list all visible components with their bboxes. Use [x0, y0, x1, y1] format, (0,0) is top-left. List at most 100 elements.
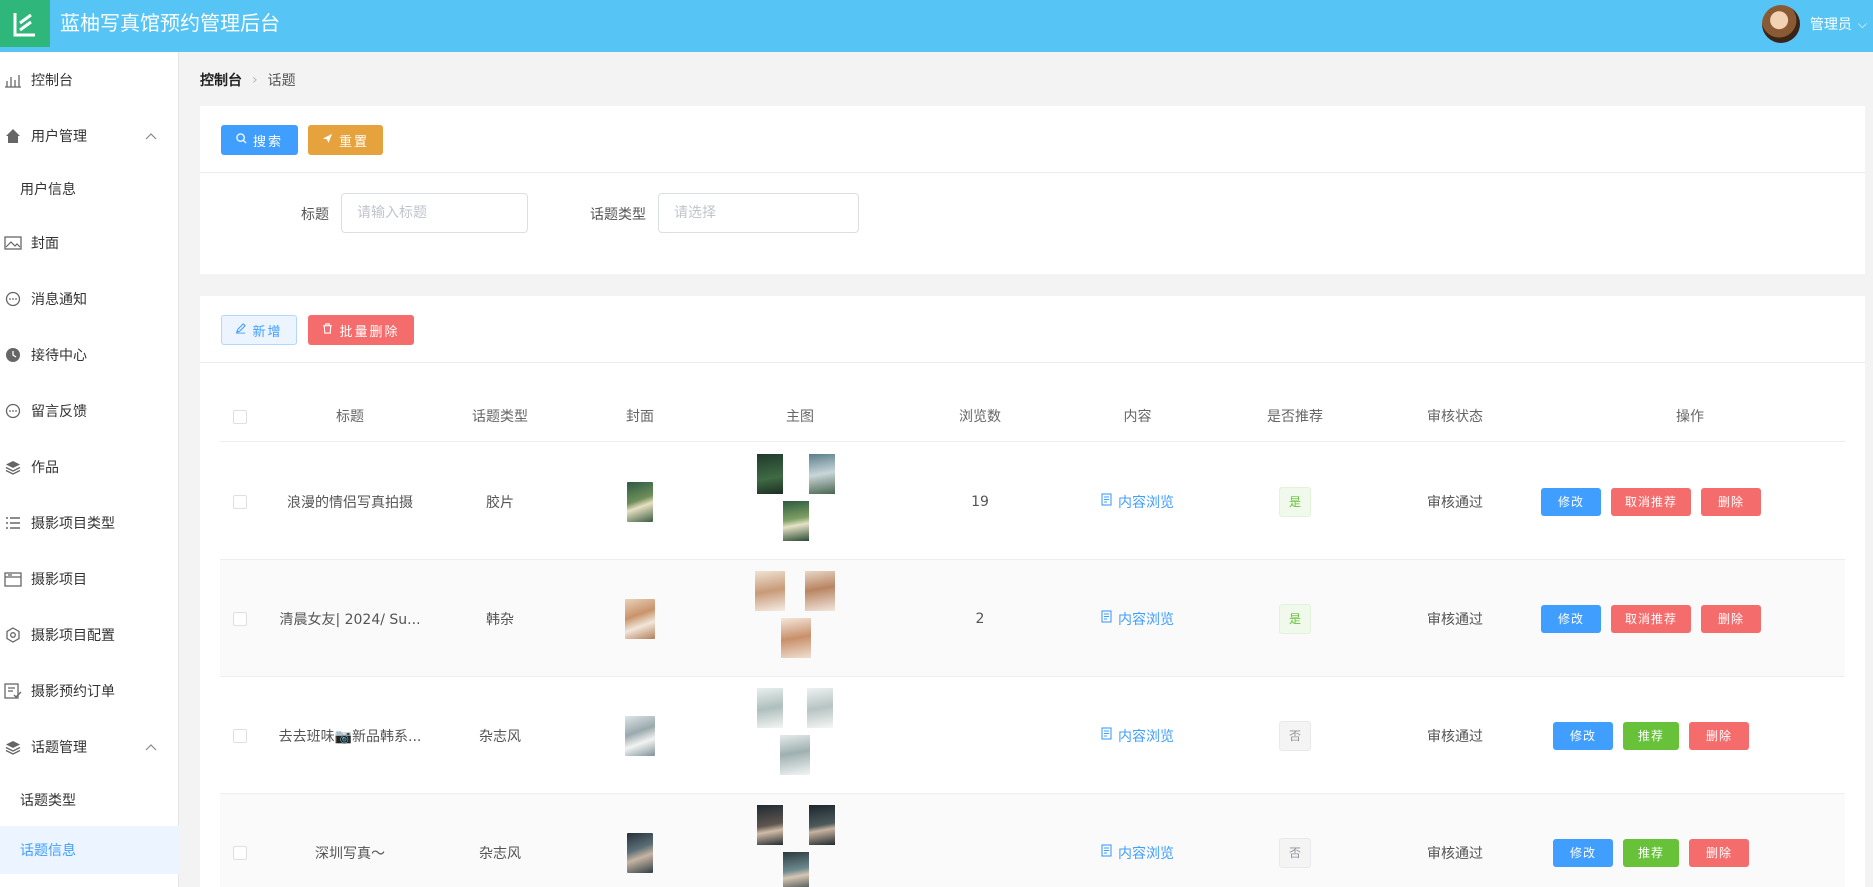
- logo: [0, 0, 50, 47]
- cell-content: 内容浏览: [1060, 443, 1215, 560]
- sidebar-item-topic-types[interactable]: 话题类型: [0, 776, 179, 824]
- user-menu[interactable]: 管理员 ⌵: [1761, 4, 1873, 44]
- cover-thumbnail[interactable]: [625, 715, 655, 756]
- main-image-thumbnail[interactable]: [805, 570, 835, 611]
- recommended-tag: 否: [1279, 837, 1311, 868]
- topic-type-select[interactable]: [658, 193, 859, 233]
- edit-button[interactable]: 修改: [1541, 604, 1601, 633]
- document-icon: [1101, 727, 1112, 744]
- row-checkbox[interactable]: [233, 611, 247, 626]
- row-select-cell: [220, 443, 260, 560]
- content-view-link[interactable]: 内容浏览: [1101, 609, 1174, 629]
- sidebar-item-feedback[interactable]: 留言反馈: [0, 391, 179, 431]
- edit-button[interactable]: 修改: [1553, 838, 1613, 867]
- sidebar-item-orders[interactable]: 摄影预约订单: [0, 671, 179, 711]
- delete-button[interactable]: 删除: [1701, 604, 1761, 633]
- row-checkbox[interactable]: [233, 845, 247, 860]
- delete-button[interactable]: 删除: [1689, 838, 1749, 867]
- main-image-thumbnail[interactable]: [757, 687, 783, 728]
- edit-button[interactable]: 修改: [1553, 721, 1613, 750]
- cancel-recommend-button[interactable]: 取消推荐: [1611, 604, 1691, 633]
- row-checkbox[interactable]: [233, 728, 247, 743]
- delete-button[interactable]: 删除: [1689, 721, 1749, 750]
- cell-title: 清晨女友| 2024/ Su...: [279, 611, 421, 628]
- title-input[interactable]: [341, 193, 528, 233]
- cover-thumbnail[interactable]: [627, 832, 653, 873]
- sidebar-item-notifications[interactable]: 消息通知: [0, 279, 179, 319]
- main-image-thumbnail[interactable]: [781, 617, 811, 658]
- main-image-thumbnail[interactable]: [783, 851, 809, 887]
- breadcrumb-home[interactable]: 控制台: [200, 70, 242, 90]
- cover-thumbnail[interactable]: [627, 481, 653, 522]
- table-row: 浪漫的情侣写真拍摄 胶片 19 内容浏览 是 审核通过 修改 取消推荐 删除: [220, 443, 1845, 560]
- user-name[interactable]: 管理员: [1810, 14, 1852, 34]
- sidebar-item-cover[interactable]: 封面: [0, 223, 179, 263]
- cell-review-status: 审核通过: [1427, 728, 1483, 745]
- breadcrumb: 控制台 › 话题: [200, 70, 296, 90]
- chevron-down-icon[interactable]: ⌵: [1858, 17, 1867, 32]
- content-view-link[interactable]: 内容浏览: [1101, 843, 1174, 863]
- sidebar-item-project-types[interactable]: 摄影项目类型: [0, 503, 179, 543]
- table-panel: 新增 批量删除 标题 话题类型 封面 主图 浏览数 内容 是否推荐 审核状态 操…: [200, 296, 1865, 887]
- document-icon: [1101, 493, 1112, 510]
- cell-views: 2: [975, 610, 985, 627]
- folder-icon: [3, 569, 23, 589]
- recommend-button[interactable]: 推荐: [1623, 838, 1679, 867]
- layers-icon: [3, 457, 23, 477]
- cell-title: 深圳写真～: [315, 845, 385, 862]
- image-icon: [3, 233, 23, 253]
- sidebar-item-user-management[interactable]: 用户管理: [0, 116, 179, 156]
- breadcrumb-current: 话题: [267, 73, 296, 89]
- main-image-thumbnail[interactable]: [809, 453, 835, 494]
- sidebar-item-works[interactable]: 作品: [0, 447, 179, 487]
- sidebar-item-reception[interactable]: 接待中心: [0, 335, 179, 375]
- reset-button[interactable]: 重置: [308, 125, 383, 155]
- avatar[interactable]: [1761, 5, 1800, 43]
- col-title: 标题: [336, 409, 364, 425]
- search-button[interactable]: 搜索: [221, 125, 298, 155]
- edit-icon: [235, 323, 247, 337]
- gear-icon: [3, 625, 23, 645]
- batch-delete-button[interactable]: 批量删除: [308, 315, 414, 345]
- main-image-thumbnail[interactable]: [783, 500, 809, 541]
- cell-title: 去去班味📷新品韩系...: [278, 728, 422, 745]
- main-image-thumbnail[interactable]: [807, 687, 833, 728]
- divider: [200, 362, 1865, 363]
- table-row: 清晨女友| 2024/ Su... 韩杂 2 内容浏览 是 审核通过 修改 取消…: [220, 560, 1845, 677]
- cell-actions: 修改 推荐 删除: [1535, 677, 1845, 794]
- cover-thumbnail[interactable]: [625, 598, 655, 639]
- logo-icon: [13, 12, 35, 36]
- recommend-button[interactable]: 推荐: [1623, 721, 1679, 750]
- chart-icon: [3, 70, 23, 90]
- content-view-link[interactable]: 内容浏览: [1101, 726, 1174, 746]
- cell-cover: [580, 677, 700, 794]
- cancel-recommend-button[interactable]: 取消推荐: [1611, 487, 1691, 516]
- sidebar-item-user-info[interactable]: 用户信息: [0, 165, 179, 213]
- table-row: 去去班味📷新品韩系... 杂志风 内容浏览 否 审核通过 修改 推荐 删除: [220, 677, 1845, 794]
- delete-button[interactable]: 删除: [1701, 487, 1761, 516]
- edit-button[interactable]: 修改: [1541, 487, 1601, 516]
- col-main-images: 主图: [786, 409, 814, 425]
- sidebar-item-projects[interactable]: 摄影项目: [0, 559, 179, 599]
- main-image-thumbnail[interactable]: [757, 804, 783, 845]
- table-row: 深圳写真～ 杂志风 内容浏览 否 审核通过 修改 推荐 删除: [220, 794, 1845, 887]
- main-image-thumbnail[interactable]: [780, 734, 810, 775]
- cell-topic-type: 胶片: [486, 494, 514, 511]
- top-header: 蓝柚写真馆预约管理后台 管理员 ⌵: [0, 0, 1873, 52]
- sidebar-item-project-config[interactable]: 摄影项目配置: [0, 615, 179, 655]
- sidebar-item-topic-info[interactable]: 话题信息: [0, 826, 179, 874]
- col-topic-type: 话题类型: [472, 409, 528, 425]
- sidebar-item-topic-management[interactable]: 话题管理: [0, 727, 179, 767]
- add-button[interactable]: 新增: [221, 315, 297, 345]
- main-image-thumbnail[interactable]: [757, 453, 783, 494]
- select-all-checkbox[interactable]: [233, 410, 247, 424]
- main-image-thumbnail[interactable]: [755, 570, 785, 611]
- sidebar-item-dashboard[interactable]: 控制台: [0, 60, 179, 100]
- col-review-status: 审核状态: [1427, 409, 1483, 425]
- trash-icon: [322, 323, 333, 337]
- content-view-link[interactable]: 内容浏览: [1101, 492, 1174, 512]
- cell-cover: [580, 443, 700, 560]
- main-image-thumbnail[interactable]: [809, 804, 835, 845]
- row-checkbox[interactable]: [233, 494, 247, 509]
- chat-icon: [3, 289, 23, 309]
